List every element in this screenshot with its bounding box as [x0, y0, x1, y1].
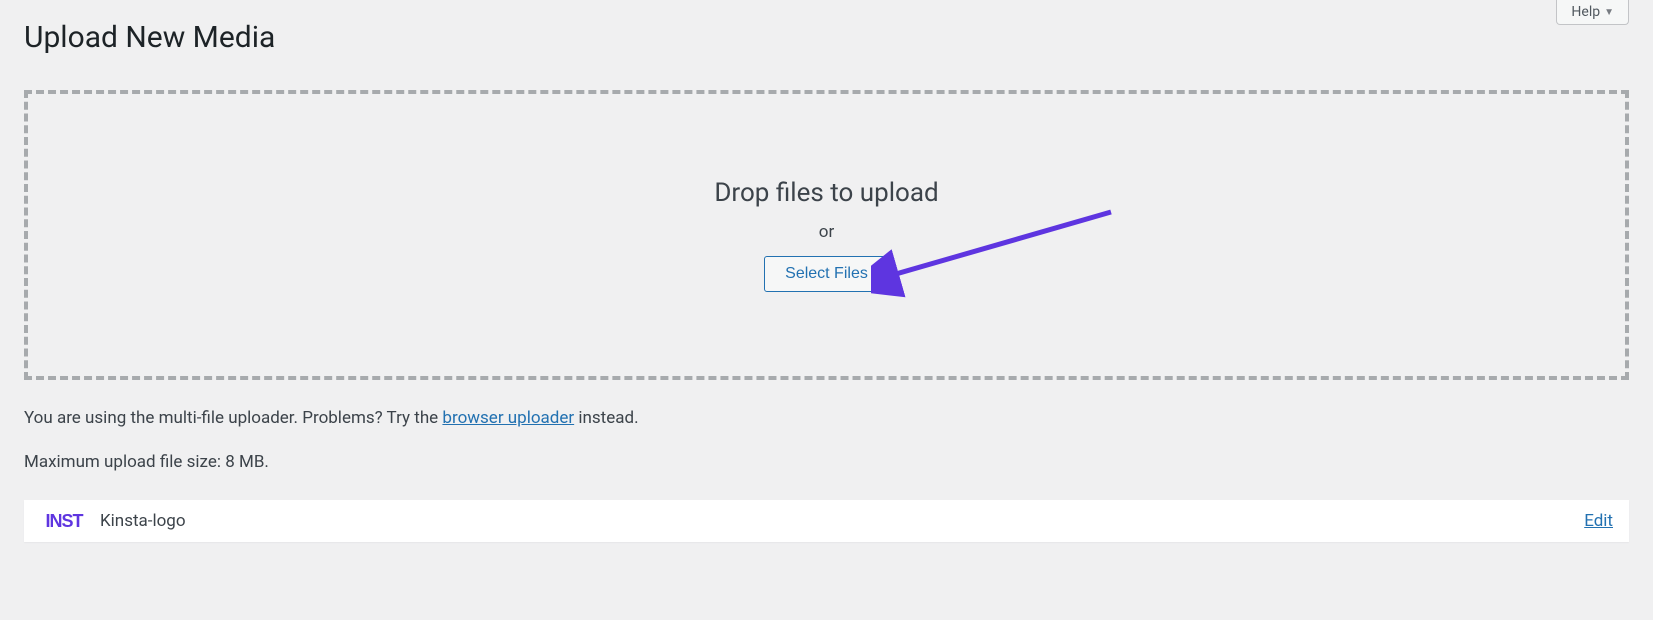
help-label: Help [1571, 4, 1600, 20]
dropzone-or-text: or [819, 222, 834, 242]
media-item-row: INST Kinsta-logo Edit [24, 500, 1629, 542]
media-filename: Kinsta-logo [100, 511, 186, 531]
page-title: Upload New Media [24, 0, 1629, 70]
uploader-info-text: You are using the multi-file uploader. P… [24, 408, 1629, 428]
upload-dropzone[interactable]: Drop files to upload or Select Files [24, 90, 1629, 380]
arrow-annotation-icon [871, 204, 1131, 314]
browser-uploader-link[interactable]: browser uploader [442, 408, 574, 428]
uploader-info-prefix: You are using the multi-file uploader. P… [24, 408, 442, 428]
max-upload-size-text: Maximum upload file size: 8 MB. [24, 452, 1629, 472]
media-item-left: INST Kinsta-logo [40, 510, 186, 532]
media-thumb-text: INST [45, 511, 82, 532]
dropzone-title: Drop files to upload [714, 178, 938, 208]
triangle-down-icon: ▼ [1604, 7, 1614, 18]
help-button[interactable]: Help ▼ [1556, 0, 1629, 25]
uploader-info-suffix: instead. [574, 408, 638, 428]
media-thumbnail: INST [40, 510, 88, 532]
edit-media-link[interactable]: Edit [1584, 511, 1613, 531]
select-files-button[interactable]: Select Files [764, 256, 889, 292]
